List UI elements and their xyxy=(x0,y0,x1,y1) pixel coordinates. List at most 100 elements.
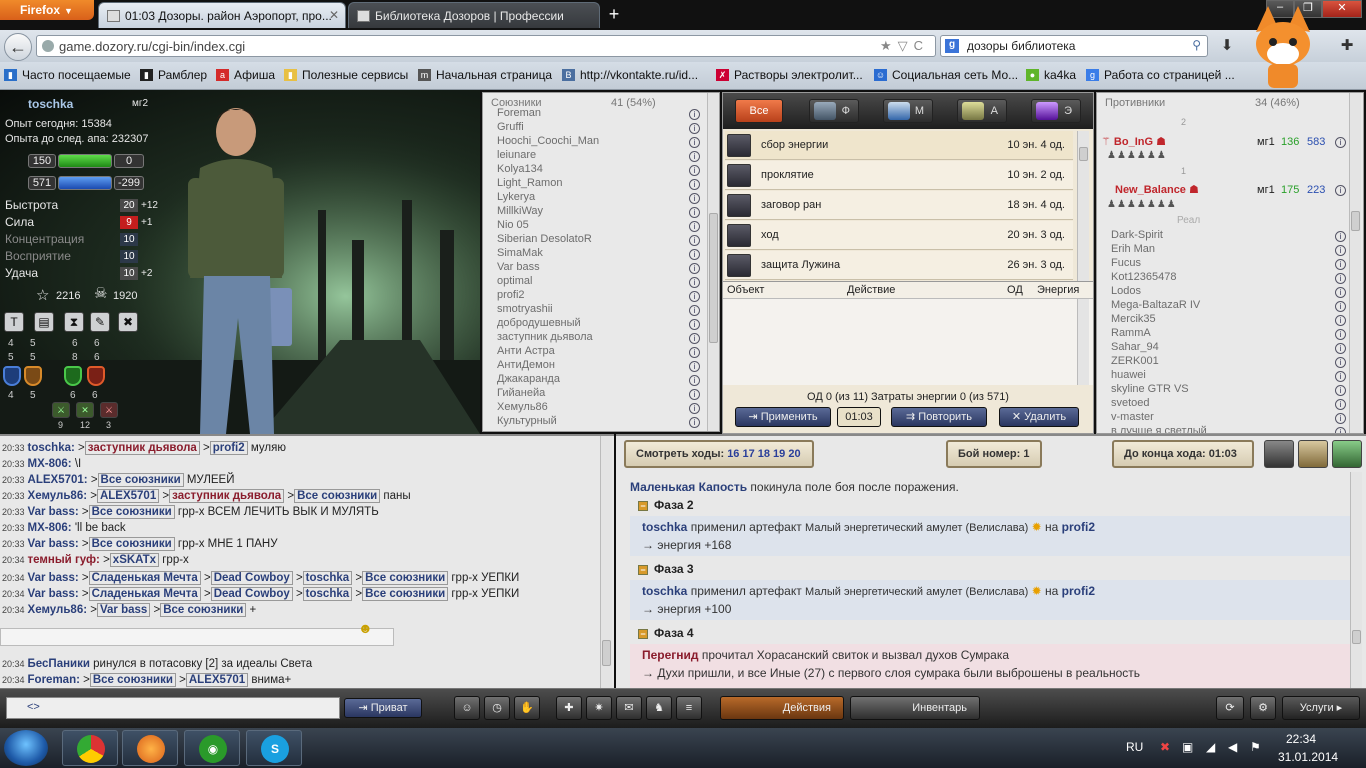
actions-tab-button[interactable]: Действия xyxy=(720,696,844,720)
info-icon[interactable]: i xyxy=(689,361,700,372)
ally-item[interactable]: SimaMak xyxy=(497,247,543,259)
info-icon[interactable]: i xyxy=(1335,185,1346,196)
mail-icon[interactable]: ✉ xyxy=(616,696,642,720)
info-icon[interactable]: i xyxy=(1335,287,1346,298)
chat-message[interactable]: 20:34 Хемуль86: > Var bass > Все союзники + xyxy=(2,603,256,619)
chat-nick[interactable]: MX-806: xyxy=(28,458,72,470)
info-icon[interactable]: i xyxy=(689,249,700,260)
info-icon[interactable]: i xyxy=(1335,413,1346,424)
ally-item[interactable]: Hoochi_Coochi_Man xyxy=(497,135,599,147)
new-tab-button[interactable]: + xyxy=(602,4,626,26)
ally-item[interactable]: Lykerya xyxy=(497,191,535,203)
ally-item[interactable]: Хемуль86 xyxy=(497,401,548,413)
info-icon[interactable]: i xyxy=(1335,315,1346,326)
search-icon[interactable]: ⚲ xyxy=(1192,38,1201,52)
phase-header[interactable]: − Фаза 4 xyxy=(638,626,694,640)
shield-orange-icon[interactable] xyxy=(24,366,42,386)
log-scrollbar[interactable] xyxy=(1350,472,1362,688)
opponent-item[interactable]: Fucus xyxy=(1111,257,1141,269)
smiley-icon[interactable]: ☺ xyxy=(454,696,480,720)
opponents-scrollbar[interactable] xyxy=(1349,93,1361,433)
chat-nick[interactable]: Var bass: xyxy=(28,538,79,550)
filter-physical-button[interactable]: Ф xyxy=(809,99,859,123)
chat-nick[interactable]: темный гуф: xyxy=(28,554,100,566)
info-icon[interactable]: i xyxy=(689,179,700,190)
search-bar[interactable]: g дозоры библиотека ⚲ xyxy=(940,35,1208,57)
ally-item[interactable]: Джакаранда xyxy=(497,373,560,385)
group-icon[interactable]: ♞ xyxy=(646,696,672,720)
chat-message[interactable]: 20:34 Var bass: > Сладенькая Мечта > Dead C… xyxy=(2,587,519,603)
ally-item[interactable]: optimal xyxy=(497,275,532,287)
info-icon[interactable]: i xyxy=(1335,357,1346,368)
opponent-item[interactable]: Dark-Spirit xyxy=(1111,229,1163,241)
chrome-taskbar-button[interactable] xyxy=(62,730,118,766)
info-icon[interactable]: i xyxy=(689,319,700,330)
bookmark-item[interactable]: ▮ Полезные сервисы xyxy=(284,68,408,82)
ally-item[interactable]: Gruffi xyxy=(497,121,524,133)
radio-taskbar-button[interactable]: ◉ xyxy=(184,730,240,766)
network-icon[interactable]: ✖ xyxy=(1160,740,1170,754)
info-icon[interactable]: i xyxy=(689,403,700,414)
buff-red-icon[interactable]: ⚔ xyxy=(100,402,118,418)
opponent-item[interactable]: skyline GTR VS xyxy=(1111,383,1189,395)
info-icon[interactable]: i xyxy=(689,165,700,176)
close-window-icon[interactable]: ✕ xyxy=(1322,0,1362,18)
chat-recipient[interactable]: заступник дьявола xyxy=(84,441,200,455)
private-button[interactable]: ⇥ Приват xyxy=(344,698,422,718)
chat-nick[interactable]: БесПаники xyxy=(28,658,90,670)
filter-magic-button[interactable]: М xyxy=(883,99,933,123)
chat-scrollbar[interactable] xyxy=(600,436,612,688)
chat-message[interactable]: 20:33 Var bass: > Все союзники грр-х ВСЕМ … xyxy=(2,505,379,521)
action-item[interactable]: сбор энергии 10 эн. 4 од. xyxy=(725,131,1073,160)
info-icon[interactable]: i xyxy=(689,109,700,120)
chat-recipient[interactable]: toschka xyxy=(302,571,353,585)
chat-recipient[interactable]: xSKATx xyxy=(109,553,160,567)
queue-scrollbar[interactable] xyxy=(1077,299,1089,385)
shield-red-icon[interactable] xyxy=(87,366,105,386)
phase-header[interactable]: − Фаза 3 xyxy=(638,562,694,576)
ally-item[interactable]: АнтиДемон xyxy=(497,359,555,371)
info-icon[interactable]: i xyxy=(1335,427,1346,433)
settings-icon[interactable]: ⚙ xyxy=(1250,696,1276,720)
chat-nick[interactable]: Var bass: xyxy=(28,572,79,584)
shield-blue-icon[interactable] xyxy=(3,366,21,386)
ally-item[interactable]: Гийанейа xyxy=(497,387,545,399)
opponent-item[interactable]: RammA xyxy=(1111,327,1151,339)
chat-nick[interactable]: Foreman: xyxy=(28,674,80,686)
walk-icon[interactable]: ✚ xyxy=(556,696,582,720)
info-icon[interactable]: i xyxy=(689,277,700,288)
info-icon[interactable]: i xyxy=(1335,385,1346,396)
clock-time[interactable]: 22:34 xyxy=(1286,732,1316,746)
chat-recipient[interactable]: Все союзники xyxy=(88,537,175,551)
ally-item[interactable]: Var bass xyxy=(497,261,540,273)
ally-item[interactable]: Kolya134 xyxy=(497,163,543,175)
ally-item[interactable]: Анти Астра xyxy=(497,345,555,357)
bookmark-item[interactable]: ✗ Растворы электролит... xyxy=(716,68,863,82)
opponent-item[interactable]: huawei xyxy=(1111,369,1146,381)
map-icon[interactable] xyxy=(1332,440,1362,468)
chat-message[interactable]: 20:33 MX-806: \I xyxy=(2,458,81,473)
phase-header[interactable]: − Фаза 2 xyxy=(638,498,694,512)
opponent-item[interactable]: Lodos xyxy=(1111,285,1141,297)
chat-input[interactable]: <> xyxy=(6,697,340,719)
chat-recipient[interactable]: Все союзники xyxy=(294,489,381,503)
chat-message[interactable]: 20:33 MX-806: 'll be back xyxy=(2,522,126,537)
info-icon[interactable]: i xyxy=(689,305,700,316)
info-icon[interactable]: i xyxy=(1335,329,1346,340)
info-icon[interactable]: i xyxy=(689,123,700,134)
action-item[interactable]: ход 20 эн. 3 од. xyxy=(725,221,1073,250)
action-item[interactable]: проклятие 10 эн. 2 од. xyxy=(725,161,1073,190)
wrench-icon[interactable]: ✖ xyxy=(118,312,138,332)
chat-recipient[interactable]: заступник дьявола xyxy=(169,489,285,503)
chat-message[interactable]: 20:34 Var bass: > Сладенькая Мечта > Dead C… xyxy=(2,571,519,587)
allies-scrollbar[interactable] xyxy=(707,93,719,431)
chat-recipient[interactable]: Сладенькая Мечта xyxy=(88,587,201,601)
skype-taskbar-button[interactable]: S xyxy=(246,730,302,766)
ally-item[interactable]: leiunare xyxy=(497,149,536,161)
start-button[interactable] xyxy=(4,730,48,766)
close-icon[interactable]: ✕ xyxy=(329,8,339,22)
ally-item[interactable]: добродушевный xyxy=(497,317,581,329)
filter-all-button[interactable]: Все xyxy=(735,99,783,123)
opponent-top-name[interactable]: ⚚ Bo_InG ☗ xyxy=(1101,135,1166,148)
tab-library[interactable]: Библиотека Дозоров | Профессии xyxy=(348,2,600,28)
